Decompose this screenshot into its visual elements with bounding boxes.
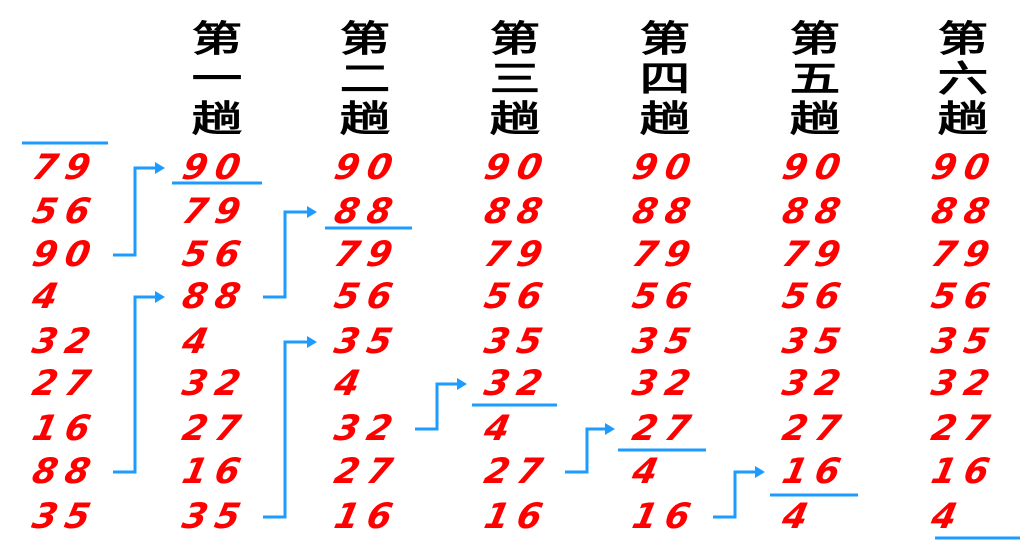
- value-cell: 79: [927, 235, 1001, 275]
- arrowhead-icon: [605, 423, 615, 435]
- value-cell: 27: [778, 409, 852, 449]
- value-cell: 16: [628, 497, 702, 537]
- value-cell: 4: [178, 322, 220, 362]
- value-cell: 90: [628, 148, 702, 188]
- value-cell: 56: [28, 192, 102, 232]
- value-cell: 56: [628, 277, 702, 317]
- value-cell: 90: [330, 148, 404, 188]
- move-arrow: [415, 378, 467, 431]
- value-cell: 90: [28, 235, 102, 275]
- move-arrow-line: [263, 340, 310, 519]
- move-arrow: [113, 291, 165, 474]
- value-cell: 90: [778, 148, 852, 188]
- value-cell: 88: [927, 192, 1001, 232]
- arrowhead-icon: [307, 206, 317, 218]
- value-cell: 4: [927, 497, 969, 537]
- value-cell: 16: [330, 497, 404, 537]
- move-arrow: [113, 162, 165, 257]
- pass-header: 第五趟: [789, 19, 841, 140]
- value-cell: 32: [28, 322, 102, 362]
- move-arrow-line: [113, 295, 158, 474]
- value-cell: 32: [178, 364, 252, 404]
- value-cell: 35: [778, 322, 852, 362]
- value-cell: 27: [927, 409, 1001, 449]
- value-cell: 27: [480, 452, 554, 492]
- value-cell: 4: [778, 497, 820, 537]
- value-cell: 35: [178, 497, 252, 537]
- value-cell: 79: [330, 235, 404, 275]
- value-cell: 4: [628, 452, 670, 492]
- move-arrow-line: [415, 382, 460, 431]
- pass-header: 第一趟: [191, 19, 243, 140]
- value-cell: 35: [927, 322, 1001, 362]
- value-cell: 79: [28, 148, 102, 188]
- value-cell: 88: [628, 192, 702, 232]
- value-cell: 88: [778, 192, 852, 232]
- value-cell: 32: [480, 364, 554, 404]
- pass-header: 第三趟: [489, 19, 541, 140]
- value-cell: 27: [628, 409, 702, 449]
- move-arrow-line: [113, 166, 158, 257]
- value-cell: 79: [628, 235, 702, 275]
- value-cell: 88: [28, 452, 102, 492]
- arrowhead-icon: [457, 378, 467, 390]
- value-cell: 4: [330, 364, 372, 404]
- value-cell: 90: [927, 148, 1001, 188]
- value-cell: 56: [178, 235, 252, 275]
- value-cell: 32: [628, 364, 702, 404]
- value-cell: 27: [330, 452, 404, 492]
- value-cell: 79: [178, 192, 252, 232]
- value-cell: 79: [480, 235, 554, 275]
- value-cell: 56: [330, 277, 404, 317]
- move-arrow-line: [565, 427, 608, 474]
- pass-header: 第四趟: [639, 19, 691, 140]
- arrowhead-icon: [155, 291, 165, 303]
- value-cell: 16: [178, 452, 252, 492]
- value-cell: 88: [480, 192, 554, 232]
- sort-passes-diagram: 79 56 90 4 32 27 16 88 35 第一趟 90 79 56 88 4 32 27 16 35 第二趟…: [0, 0, 1024, 544]
- value-cell: 56: [927, 277, 1001, 317]
- value-cell: 4: [28, 277, 70, 317]
- value-cell: 32: [927, 364, 1001, 404]
- value-cell: 88: [330, 192, 404, 232]
- arrowhead-icon: [155, 162, 165, 174]
- arrowhead-icon: [755, 466, 765, 478]
- value-cell: 27: [28, 364, 102, 404]
- value-cell: 32: [330, 409, 404, 449]
- value-cell: 56: [480, 277, 554, 317]
- value-cell: 16: [778, 452, 852, 492]
- value-cell: 16: [480, 497, 554, 537]
- value-cell: 79: [778, 235, 852, 275]
- value-cell: 32: [778, 364, 852, 404]
- value-cell: 90: [480, 148, 554, 188]
- value-cell: 16: [927, 452, 1001, 492]
- pass-header: 第六趟: [937, 19, 989, 140]
- value-cell: 88: [178, 277, 252, 317]
- pass-header: 第二趟: [339, 19, 391, 140]
- value-cell: 27: [178, 409, 252, 449]
- move-arrow-line: [263, 210, 310, 299]
- arrowhead-icon: [307, 336, 317, 348]
- move-arrow: [565, 423, 615, 474]
- value-cell: 56: [778, 277, 852, 317]
- move-arrow: [263, 336, 317, 519]
- value-cell: 35: [330, 322, 404, 362]
- move-arrow: [263, 206, 317, 299]
- move-arrow: [713, 466, 765, 519]
- value-cell: 35: [28, 497, 102, 537]
- move-arrow-line: [713, 470, 758, 519]
- value-cell: 16: [28, 409, 102, 449]
- value-cell: 90: [178, 148, 252, 188]
- value-cell: 35: [628, 322, 702, 362]
- value-cell: 35: [480, 322, 554, 362]
- value-cell: 4: [480, 409, 522, 449]
